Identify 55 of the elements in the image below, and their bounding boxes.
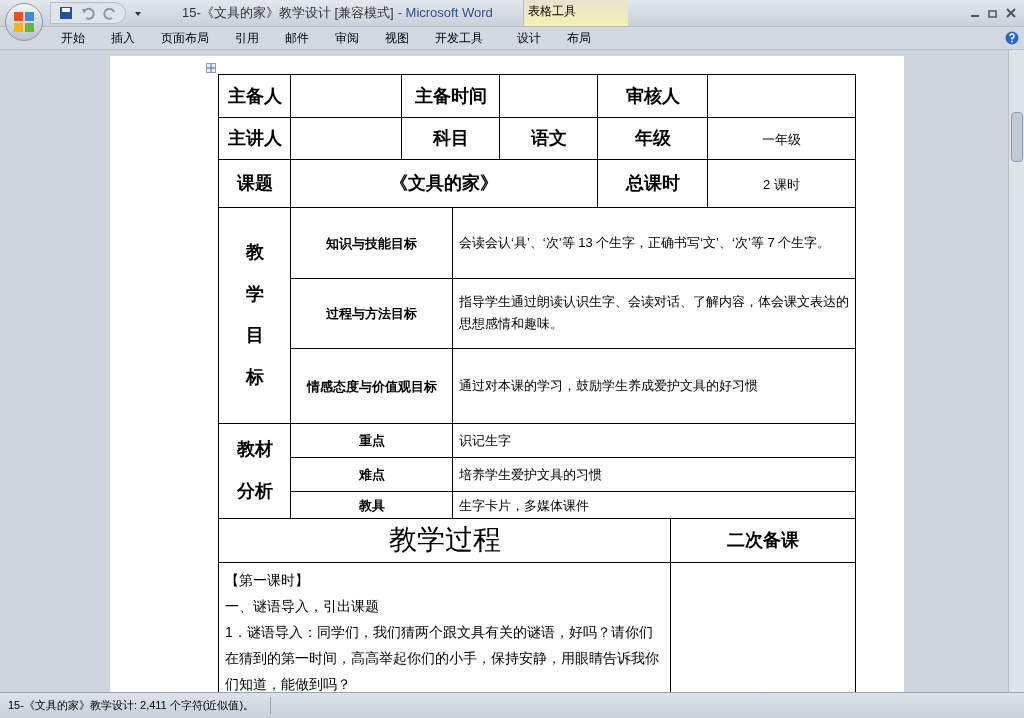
lesson-paragraph: 【第一课时】: [225, 571, 310, 590]
ribbon-tab[interactable]: 设计: [504, 29, 554, 47]
table-cell-text: 难点: [358, 467, 385, 482]
context-tab-group-label: 表格工具: [522, 0, 628, 26]
table-cell-text: 教具: [358, 497, 385, 513]
table-cell-text: 2 课时: [763, 176, 800, 192]
table-cell-text: 年级: [634, 128, 671, 148]
table-cell-text: 总课时: [625, 173, 680, 193]
section-label: 教学目标: [245, 241, 264, 389]
scroll-thumb[interactable]: [1010, 112, 1023, 162]
help-icon[interactable]: [1005, 31, 1019, 45]
table-cell-text: 《文具的家》: [390, 173, 498, 193]
table-cell-text: 主备人: [227, 85, 282, 106]
dropdown-icon[interactable]: [134, 9, 142, 17]
ribbon-tab[interactable]: 审阅: [322, 29, 372, 47]
section-heading: 教学过程: [388, 524, 501, 556]
table-cell-text: 通过对本课的学习，鼓励学生养成爱护文具的好习惯: [459, 376, 759, 395]
table-cell-text: 主讲人: [227, 128, 282, 148]
table-cell-text: 科目: [432, 128, 469, 148]
ribbon-tab[interactable]: 引用: [222, 29, 272, 47]
table-cell-text: 课题: [236, 173, 273, 193]
table-cell-text: 会读会认‘具’、‘次’等 13 个生字，正确书写‘文’、‘次’等 7 个生字。: [459, 233, 832, 252]
vertical-scrollbar[interactable]: [1008, 50, 1024, 692]
restore-icon[interactable]: [988, 8, 998, 18]
app-name: - Microsoft Word: [397, 4, 493, 23]
office-button[interactable]: [5, 3, 43, 41]
ribbon-tab[interactable]: 邮件: [272, 29, 322, 47]
table-move-handle-icon[interactable]: [206, 63, 216, 73]
section-heading: 二次备课: [727, 529, 799, 550]
table-cell-text: 过程与方法目标: [326, 306, 417, 321]
table-cell-text: 指导学生通过朗读认识生字、会读对话、了解内容，体会课文表达的思想感情和趣味。: [459, 293, 849, 333]
window-title: 15-《文具的家》教学设计 [兼容模式]: [182, 4, 394, 23]
office-logo-icon: [13, 11, 35, 33]
ribbon-tab[interactable]: 布局: [554, 29, 604, 47]
ribbon-tab[interactable]: 开始: [48, 29, 98, 47]
table-cell-text: 知识与技能目标: [326, 235, 417, 251]
section-label: 教材分析: [236, 438, 273, 503]
ribbon-tab[interactable]: 插入: [98, 29, 148, 47]
table-cell-text: 一年级: [762, 131, 801, 147]
lesson-paragraph: 一、谜语导入，引出课题: [225, 597, 380, 616]
ribbon-tab[interactable]: 开发工具: [422, 29, 496, 47]
table-cell-text: 主备时间: [414, 85, 487, 106]
table-cell-text: 情感态度与价值观目标: [306, 378, 437, 394]
table-cell-text: 培养学生爱护文具的习惯: [459, 467, 602, 482]
ribbon-tab[interactable]: 页面布局: [148, 29, 222, 47]
lesson-paragraph: 1．谜语导入：同学们，我们猜两个跟文具有关的谜语，好吗？请你们在猜到的第一时间，高高举起你们的小手，保持安静，用眼睛告诉我你们知道，能做到吗？: [225, 623, 660, 692]
table-cell-text: 重点: [358, 433, 385, 448]
table-cell-text: 语文: [530, 128, 567, 148]
ribbon-tab[interactable]: 视图: [372, 29, 422, 47]
status-text: 15-《文具的家》教学设计: 2,411 个字符(近似值)。: [0, 697, 272, 714]
table-cell-text: 审核人: [625, 85, 680, 106]
close-icon[interactable]: [1006, 8, 1016, 18]
table-cell-text: 识记生字: [459, 433, 511, 448]
table-cell-text: 生字卡片，多媒体课件: [459, 497, 589, 513]
save-icon[interactable]: [59, 6, 73, 20]
